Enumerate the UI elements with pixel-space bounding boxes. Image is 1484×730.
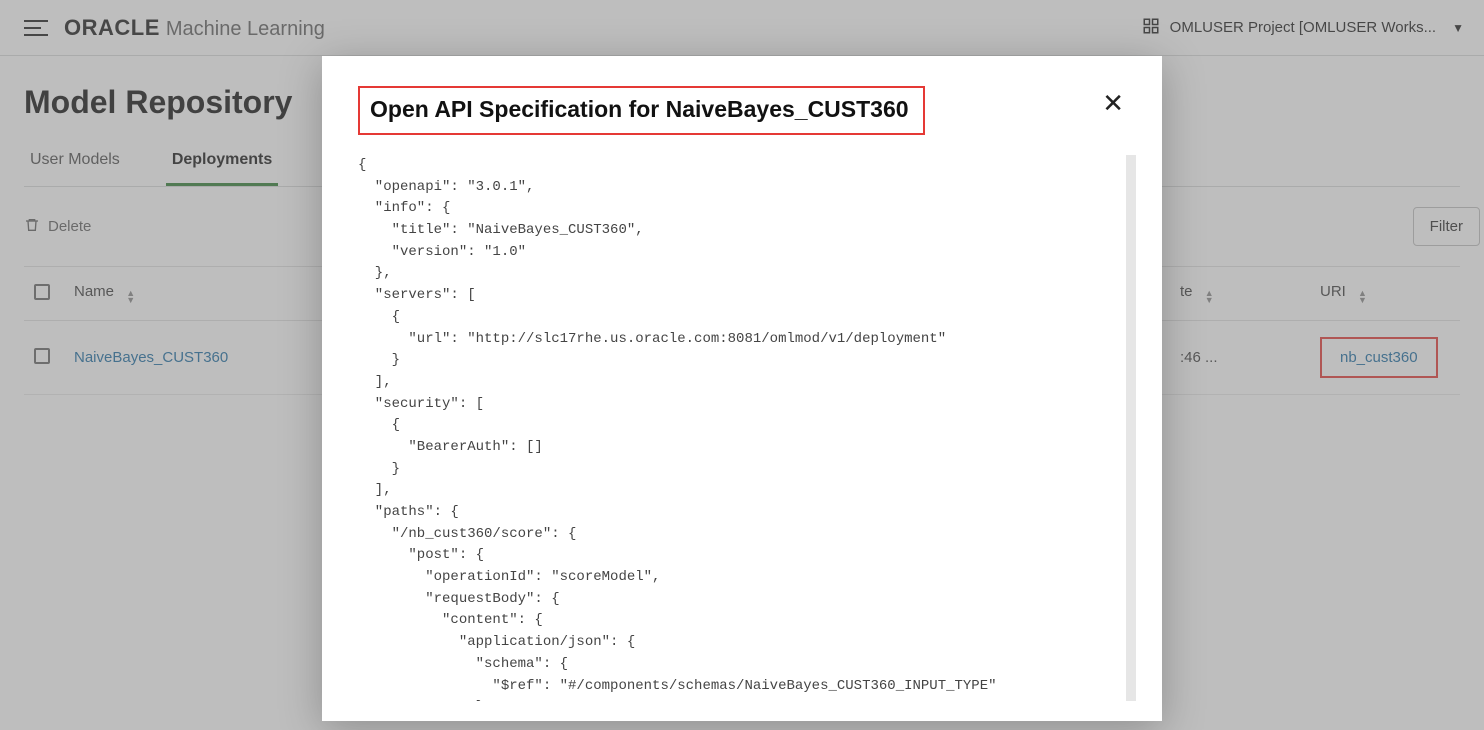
modal-dialog: Open API Specification for NaiveBayes_CU…: [322, 56, 1162, 721]
modal-title: Open API Specification for NaiveBayes_CU…: [358, 86, 925, 135]
modal-overlay[interactable]: Open API Specification for NaiveBayes_CU…: [0, 0, 1484, 730]
modal-header: Open API Specification for NaiveBayes_CU…: [322, 56, 1162, 149]
code-scroll[interactable]: { "openapi": "3.0.1", "info": { "title":…: [358, 155, 1136, 701]
close-icon[interactable]: ✕: [1094, 86, 1132, 120]
openapi-code: { "openapi": "3.0.1", "info": { "title":…: [358, 155, 1126, 701]
